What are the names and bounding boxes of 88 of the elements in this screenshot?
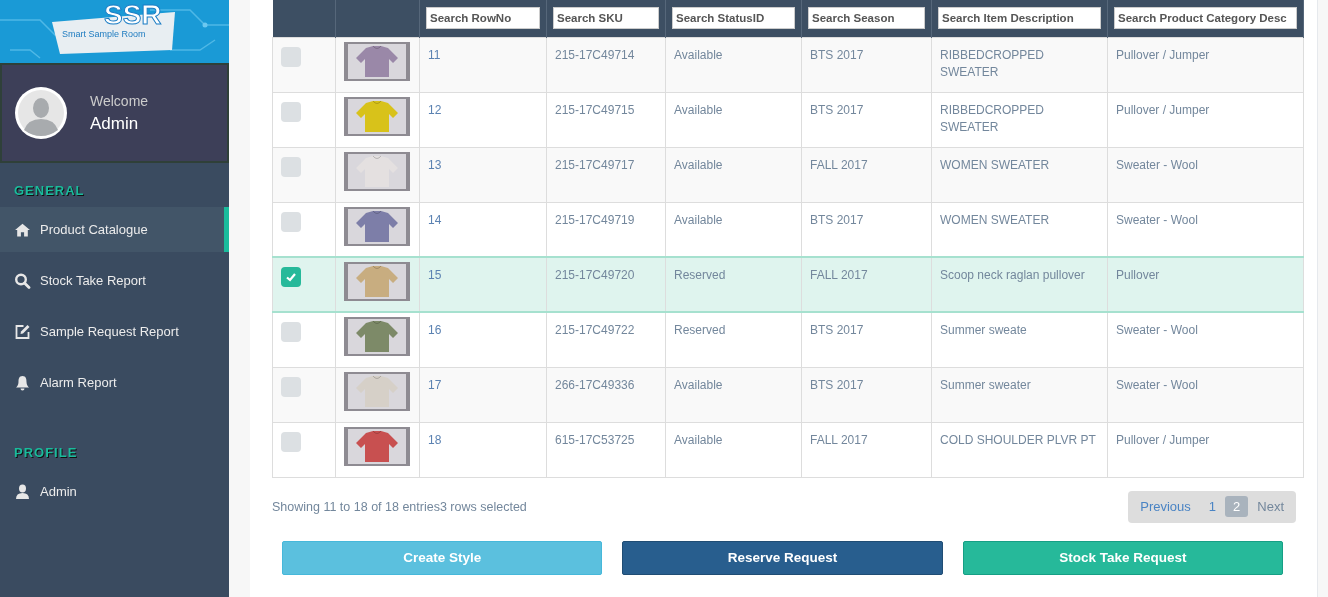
category-text: Sweater - Wool: [1116, 377, 1198, 392]
section-heading: PROFILE: [14, 445, 79, 460]
season-text: FALL 2017: [810, 268, 868, 282]
status-text: Reserved: [674, 323, 726, 337]
category-text: Pullover / Jumper: [1116, 432, 1210, 447]
user-name: Admin: [90, 113, 140, 134]
home-icon: [14, 221, 31, 238]
sku-text: 215-17C49719: [555, 212, 635, 227]
search-field[interactable]: Search StatusID: [672, 7, 795, 30]
category-text: Pullover: [1116, 268, 1160, 282]
category-text: Sweater - Wool: [1116, 323, 1198, 337]
row-checkbox[interactable]: [281, 156, 301, 177]
season-text: BTS 2017: [810, 102, 864, 117]
search-icon: [14, 272, 31, 289]
row-checkbox[interactable]: [281, 376, 301, 397]
row-number-link[interactable]: 17: [428, 377, 442, 392]
row-checkbox[interactable]: [281, 431, 301, 452]
season-text: FALL 2017: [810, 432, 868, 447]
row-number-link[interactable]: 12: [428, 102, 442, 117]
welcome-text: Welcome: [90, 92, 149, 109]
row-checkbox[interactable]: [281, 322, 301, 342]
logo-text: SSR: [104, 0, 162, 30]
sku-text: 615-17C53725: [555, 432, 635, 447]
user-icon: [14, 483, 31, 500]
sku-text: 215-17C49715: [555, 102, 635, 117]
table-info: Showing 11 to 18 of 18 entries3 rows selected: [272, 499, 527, 514]
description-text: WOMEN SWEATER: [940, 157, 1050, 172]
row-number-link[interactable]: 11: [428, 47, 441, 62]
description-text: Summer sweate: [940, 323, 1027, 337]
season-text: BTS 2017: [810, 47, 864, 62]
status-text: Available: [674, 157, 723, 172]
edit-icon: [14, 323, 31, 340]
category-text: Pullover / Jumper: [1116, 102, 1210, 117]
avatar-icon: [14, 86, 68, 140]
sidebar-item[interactable]: Admin: [0, 469, 229, 514]
section-heading: GENERAL: [14, 183, 86, 198]
row-checkbox[interactable]: [281, 101, 301, 122]
search-field[interactable]: Search RowNo: [426, 7, 540, 30]
season-text: FALL 2017: [810, 157, 868, 172]
row-checkbox[interactable]: [281, 46, 301, 67]
sku-text: 266-17C49336: [555, 377, 635, 392]
status-text: Available: [674, 212, 723, 227]
description-text: Summer sweater: [940, 377, 1031, 392]
row-number-link[interactable]: 18: [428, 432, 442, 447]
sku-text: 215-17C49722: [555, 323, 635, 337]
description-text: RIBBEDCROPPED SWEATER: [940, 47, 1045, 79]
season-text: BTS 2017: [810, 212, 864, 227]
page-link[interactable]: 1: [1199, 499, 1226, 514]
search-field[interactable]: Search Season: [808, 7, 925, 30]
sidebar-item[interactable]: Stock Take Report: [0, 258, 229, 303]
search-field[interactable]: Search Product Category Desc: [1114, 7, 1297, 30]
description-text: Scoop neck raglan pullover: [940, 268, 1085, 282]
status-text: Available: [674, 47, 723, 62]
check-icon: [285, 271, 297, 283]
description-text: COLD SHOULDER PLVR PT: [940, 432, 1096, 447]
status-text: Available: [674, 102, 723, 117]
row-number-link[interactable]: 14: [428, 212, 442, 227]
page-link[interactable]: 2: [1225, 496, 1249, 517]
sku-text: 215-17C49717: [555, 157, 635, 172]
description-text: WOMEN SWEATER: [940, 212, 1050, 227]
status-text: Available: [674, 377, 723, 392]
row-checkbox[interactable]: [281, 211, 301, 232]
row-number-link[interactable]: 16: [428, 323, 442, 337]
category-text: Sweater - Wool: [1116, 212, 1198, 227]
page-link[interactable]: Previous: [1131, 499, 1200, 514]
sidebar-item[interactable]: Sample Request Report: [0, 309, 229, 354]
bell-icon: [14, 374, 31, 391]
status-text: Reserved: [674, 268, 726, 282]
category-text: Pullover / Jumper: [1116, 47, 1210, 62]
search-field[interactable]: Search Item Description: [938, 7, 1101, 30]
logo-tagline: Smart Sample Room: [62, 29, 146, 39]
season-text: BTS 2017: [810, 323, 864, 337]
season-text: BTS 2017: [810, 377, 864, 392]
action-button[interactable]: Create Style: [282, 540, 603, 575]
row-checkbox[interactable]: [281, 267, 301, 287]
row-number-link[interactable]: 15: [428, 268, 442, 282]
action-button[interactable]: Stock Take Request: [962, 540, 1283, 575]
search-field[interactable]: Search SKU: [553, 7, 659, 30]
category-text: Sweater - Wool: [1116, 157, 1198, 172]
action-button[interactable]: Reserve Request: [622, 540, 943, 575]
sidebar-item[interactable]: Product Catalogue: [0, 207, 229, 252]
sku-text: 215-17C49720: [555, 268, 635, 282]
status-text: Available: [674, 432, 723, 447]
sidebar-item[interactable]: Alarm Report: [0, 360, 229, 405]
page-link[interactable]: Next: [1248, 499, 1293, 514]
sku-text: 215-17C49714: [555, 47, 635, 62]
description-text: RIBBEDCROPPED SWEATER: [940, 102, 1045, 134]
row-number-link[interactable]: 13: [428, 157, 442, 172]
